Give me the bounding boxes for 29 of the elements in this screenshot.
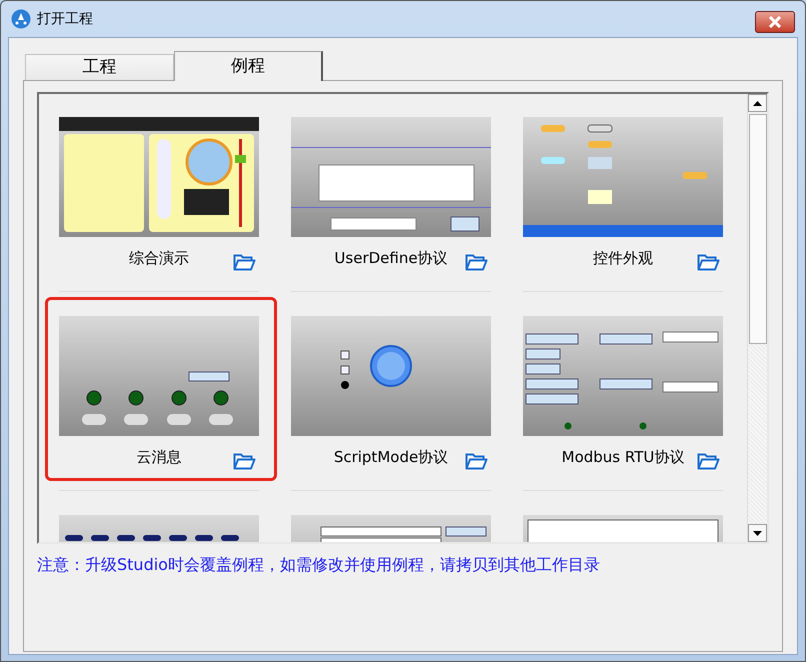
up-arrow-icon xyxy=(753,100,762,106)
scrollbar[interactable] xyxy=(747,94,767,542)
example-title: ScriptMode协议 xyxy=(334,446,448,468)
down-arrow-icon xyxy=(753,530,762,536)
folder-icon[interactable] xyxy=(233,253,256,271)
example-item[interactable]: 综合演示 xyxy=(45,98,277,282)
example-item[interactable]: 云消息 xyxy=(45,297,277,481)
example-item[interactable]: 控件外观 xyxy=(509,98,741,282)
close-icon xyxy=(768,16,782,28)
folder-icon[interactable] xyxy=(697,253,720,271)
folder-icon[interactable] xyxy=(465,253,488,271)
folder-icon[interactable] xyxy=(233,452,256,470)
example-title: UserDefine协议 xyxy=(334,248,448,269)
example-title: 综合演示 xyxy=(129,248,189,269)
tab[interactable]: 工程 xyxy=(25,54,174,80)
tab[interactable]: 例程 xyxy=(174,51,323,81)
folder-icon[interactable] xyxy=(697,452,720,470)
window-title: 打开工程 xyxy=(37,10,93,28)
example-item[interactable]: Modbus RTU协议 xyxy=(509,297,741,481)
example-item[interactable]: UserDefine协议 xyxy=(277,98,509,282)
example-title: Modbus RTU协议 xyxy=(562,446,684,468)
close-button[interactable] xyxy=(755,11,795,33)
example-item[interactable]: ScriptMode协议 xyxy=(277,297,509,481)
scrollbar-thumb[interactable] xyxy=(748,114,766,344)
example-title: 云消息 xyxy=(136,446,182,468)
example-title: 控件外观 xyxy=(593,248,653,269)
app-icon xyxy=(11,9,31,29)
folder-icon[interactable] xyxy=(465,452,488,470)
notice-text: 注意：升级Studio时会覆盖例程，如需修改并使用例程，请拷贝到其他工作目录 xyxy=(37,554,601,576)
